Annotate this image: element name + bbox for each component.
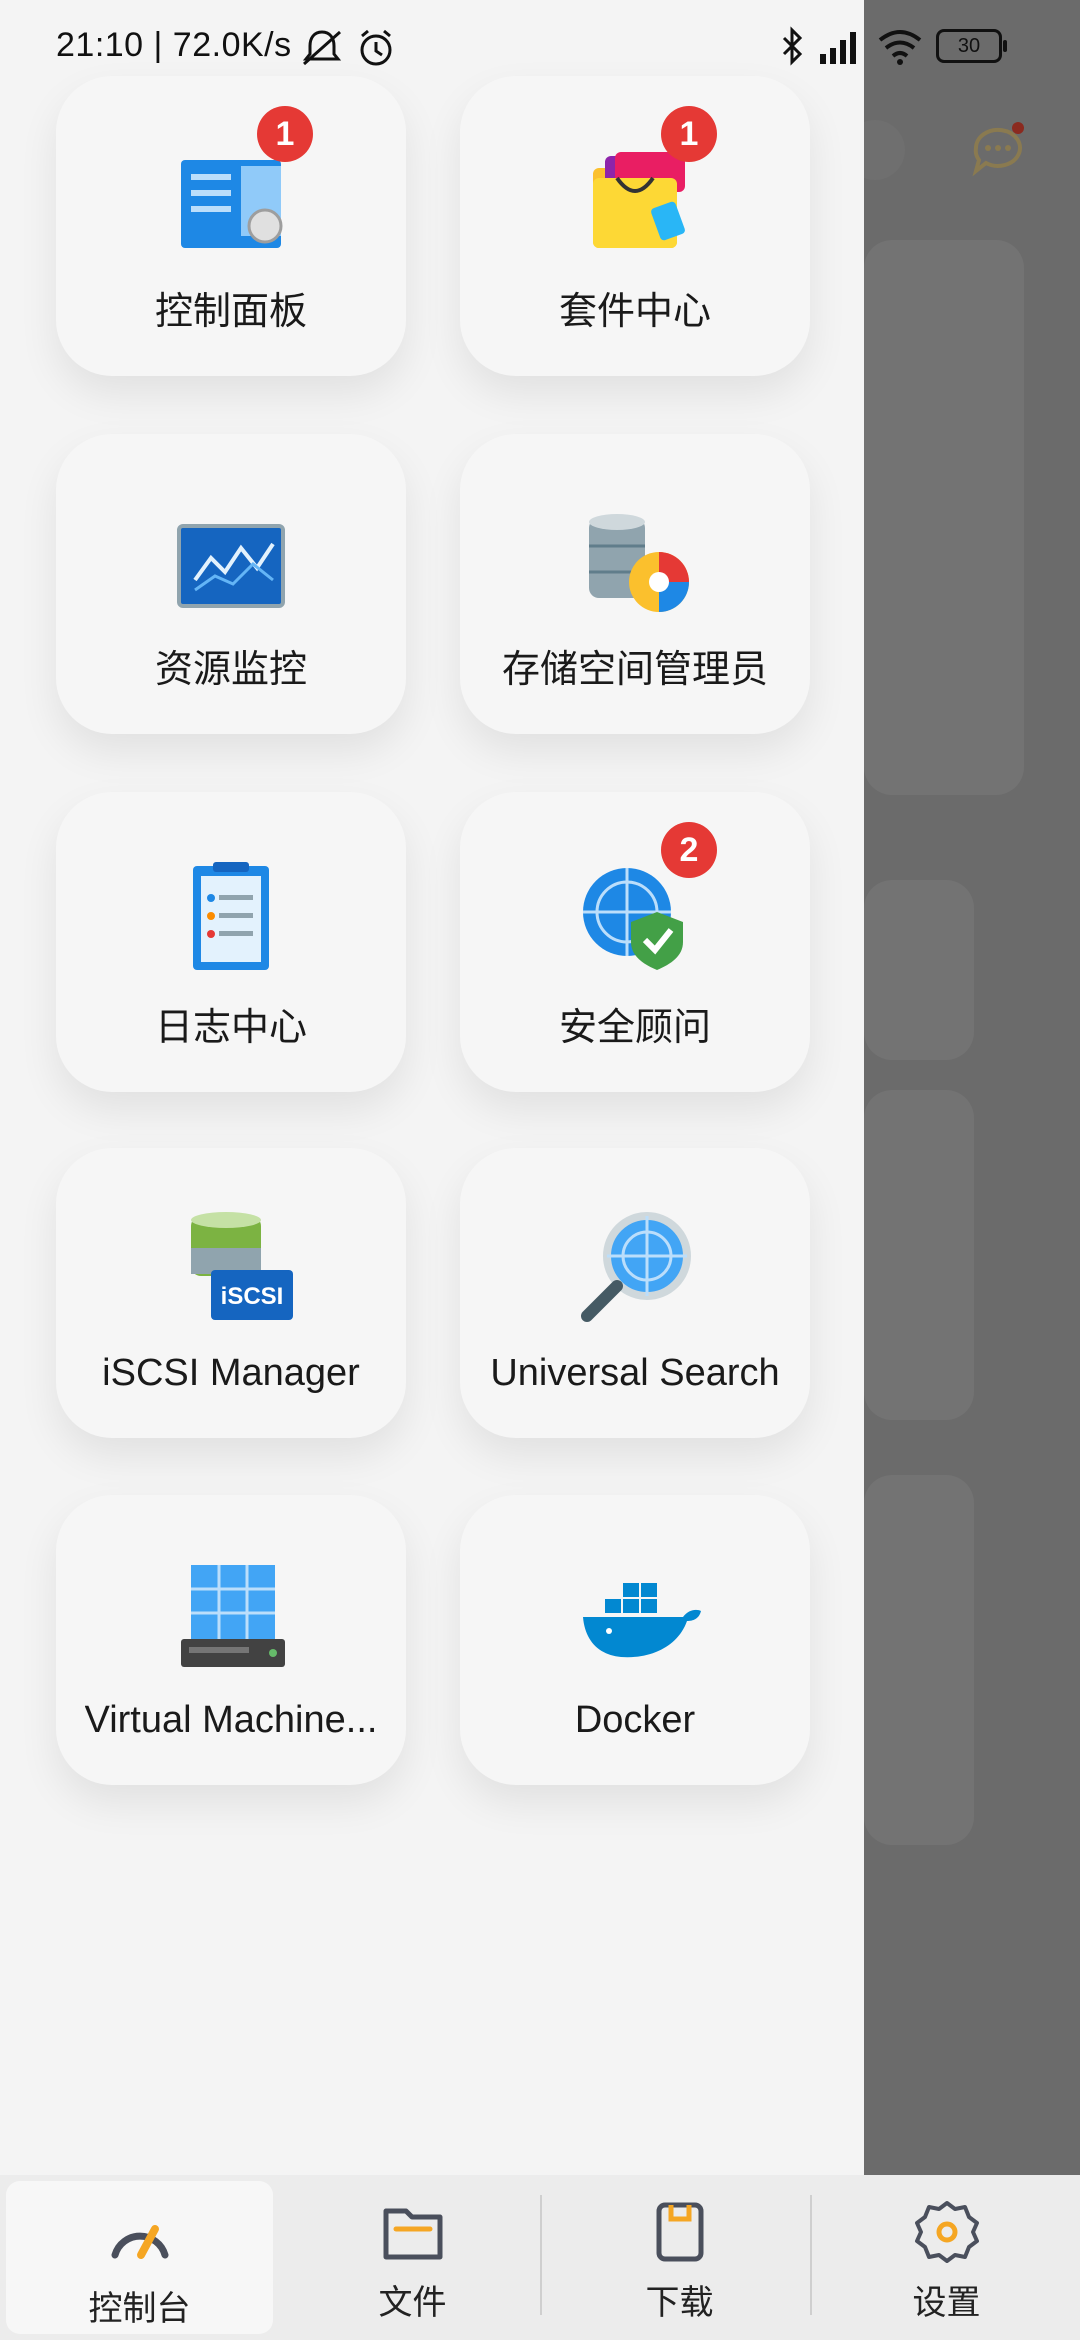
docker-icon	[565, 1545, 705, 1685]
app-label: 存储空间管理员	[501, 649, 768, 691]
download-icon	[656, 2202, 703, 2262]
app-tile-package-center[interactable]: 1 套件中心	[460, 76, 810, 376]
app-label: Docker	[574, 1699, 696, 1741]
settings-gear-icon	[914, 2201, 979, 2263]
alarm-icon	[360, 29, 392, 66]
log-center-icon	[161, 842, 301, 982]
mute-icon	[302, 30, 342, 66]
nav-separator	[540, 2195, 542, 2315]
storage-manager-icon	[565, 484, 705, 624]
app-label: 控制面板	[154, 291, 307, 333]
app-label: 套件中心	[558, 291, 711, 333]
dimmed-background-panel[interactable]	[864, 0, 1080, 2175]
package-center-icon: 1	[565, 106, 717, 266]
virtual-machine-icon	[161, 1545, 301, 1685]
wifi-icon	[878, 30, 922, 65]
app-label: Virtual Machine...	[84, 1699, 378, 1741]
app-tile-log-center[interactable]: 日志中心	[56, 792, 406, 1092]
notification-badge: 1	[257, 106, 313, 162]
nav-label: 设置	[912, 2284, 981, 2322]
app-tile-docker[interactable]: Docker	[460, 1495, 810, 1785]
nav-label: 下载	[645, 2284, 714, 2322]
app-tile-universal-search[interactable]: Universal Search	[460, 1148, 810, 1438]
control-panel-icon: 1	[161, 106, 313, 266]
nav-download[interactable]: 下载	[546, 2175, 813, 2340]
signal-icon	[820, 32, 856, 64]
battery-indicator: 30	[936, 29, 1007, 63]
nav-label: 控制台	[88, 2290, 191, 2328]
universal-search-icon	[565, 1198, 705, 1338]
dashboard-gauge-icon	[111, 2225, 168, 2259]
app-tile-resource-monitor[interactable]: 资源监控	[56, 434, 406, 734]
app-tile-storage-manager[interactable]: 存储空间管理员	[460, 434, 810, 734]
nav-settings[interactable]: 设置	[813, 2175, 1080, 2340]
app-label: 安全顾问	[558, 1007, 711, 1049]
app-drawer: 21:10 | 72.0K/s 1 控制面板 1 套件中心 资源监控 存储空间管…	[0, 0, 864, 2175]
app-tile-control-panel[interactable]: 1 控制面板	[56, 76, 406, 376]
nav-label: 文件	[378, 2284, 447, 2322]
notification-badge: 2	[661, 822, 717, 878]
security-advisor-icon: 2	[565, 822, 717, 982]
bluetooth-icon	[782, 26, 803, 66]
resource-monitor-icon	[161, 484, 301, 624]
nav-files[interactable]: 文件	[279, 2175, 546, 2340]
status-time-speed: 21:10 | 72.0K/s	[56, 26, 292, 64]
nav-separator	[810, 2195, 812, 2315]
folder-icon	[383, 2208, 442, 2260]
notification-badge: 1	[661, 106, 717, 162]
bottom-navigation: 控制台 文件 下载 设置	[0, 2175, 1080, 2340]
app-label: 日志中心	[154, 1007, 307, 1049]
nav-dashboard[interactable]: 控制台	[6, 2181, 273, 2334]
status-icons: 30	[780, 24, 1007, 68]
app-tile-iscsi-manager[interactable]: iSCSI iSCSI Manager	[56, 1148, 406, 1438]
app-tile-virtual-machine[interactable]: Virtual Machine...	[56, 1495, 406, 1785]
app-label: 资源监控	[154, 649, 307, 691]
app-tile-security-advisor[interactable]: 2 安全顾问	[460, 792, 810, 1092]
chat-icon[interactable]	[970, 122, 1026, 178]
app-label: iSCSI Manager	[102, 1352, 360, 1394]
iscsi-manager-icon: iSCSI	[161, 1198, 301, 1338]
svg-text:iSCSI: iSCSI	[221, 1283, 284, 1310]
app-label: Universal Search	[490, 1352, 780, 1394]
